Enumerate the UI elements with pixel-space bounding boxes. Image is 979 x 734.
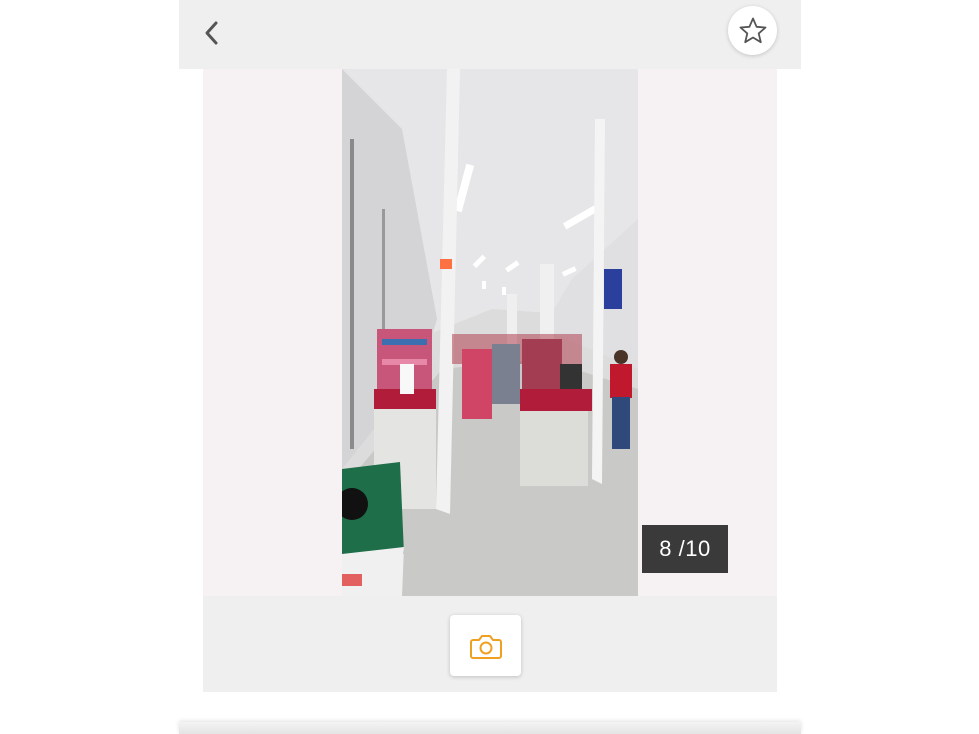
photo-gallery[interactable]: 8 /10	[203, 69, 777, 596]
photo-counter: 8 /10	[642, 525, 728, 573]
top-bar	[179, 0, 801, 69]
camera-button[interactable]	[450, 615, 521, 676]
listing-photo-viewer: 8 /10	[179, 0, 801, 734]
back-button[interactable]	[195, 16, 229, 50]
star-outline-icon	[739, 17, 766, 43]
gallery-photo[interactable]	[342, 69, 638, 596]
favorite-button[interactable]	[728, 6, 777, 55]
photo-actions-area	[203, 596, 777, 692]
bottom-sheet-edge	[179, 722, 801, 734]
photo-counter-text: 8 /10	[659, 536, 711, 561]
camera-icon	[469, 634, 502, 659]
chevron-left-icon	[205, 21, 218, 45]
store-interior-photo	[342, 69, 638, 596]
